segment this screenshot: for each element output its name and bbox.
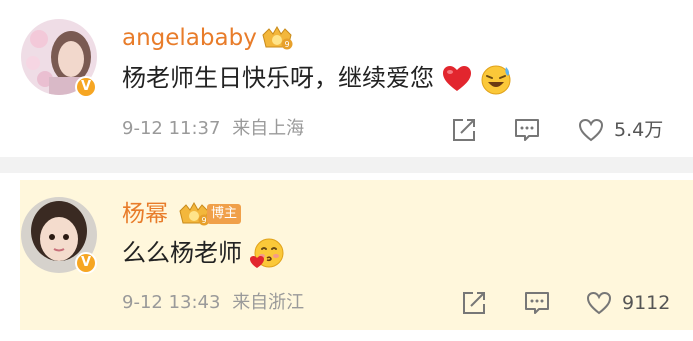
comment-icon[interactable] — [524, 290, 550, 316]
like-count: 9112 — [622, 292, 671, 314]
crown-rank-icon: 9 — [179, 201, 210, 226]
like-count: 5.4万 — [614, 119, 664, 141]
comment-card-yangmi: V 杨幂 9 博主 么么杨老师 9-12 13:43 来自浙江 9112 — [0, 173, 693, 341]
like-icon[interactable] — [586, 290, 612, 316]
timestamp: 9-12 11:37 — [122, 118, 221, 139]
comment-text: 么么杨老师 — [122, 236, 286, 271]
location: 来自上海 — [232, 118, 305, 139]
username[interactable]: angelababy — [122, 24, 257, 52]
like-icon[interactable] — [578, 117, 604, 143]
blogger-badge: 博主 — [207, 204, 242, 224]
comment-text: 杨老师生日快乐呀，继续爱您 — [122, 61, 513, 95]
svg-text:9: 9 — [201, 216, 206, 225]
comment-body: 么么杨老师 — [122, 239, 242, 267]
laugh-tears-emoji — [481, 65, 511, 95]
location: 来自浙江 — [232, 292, 305, 313]
comment-meta: 9-12 11:37 来自上海 — [122, 117, 304, 141]
kiss-emoji — [249, 238, 284, 268]
comment-card-angelababy: V angelababy 9 杨老师生日快乐呀，继续爱您 9-12 11:37 … — [0, 0, 693, 157]
username[interactable]: 杨幂 — [122, 200, 168, 228]
svg-text:9: 9 — [284, 40, 289, 49]
repost-icon[interactable] — [461, 290, 487, 316]
repost-icon[interactable] — [451, 117, 477, 143]
comment-meta: 9-12 13:43 来自浙江 — [122, 291, 304, 315]
heart-emoji — [442, 66, 471, 91]
comment-icon[interactable] — [514, 117, 540, 143]
timestamp: 9-12 13:43 — [122, 292, 221, 313]
verified-badge: V — [75, 76, 97, 98]
verified-badge: V — [75, 252, 97, 274]
section-divider — [0, 157, 693, 173]
comment-body: 杨老师生日快乐呀，继续爱您 — [122, 64, 434, 92]
crown-rank-icon: 9 — [262, 25, 293, 50]
